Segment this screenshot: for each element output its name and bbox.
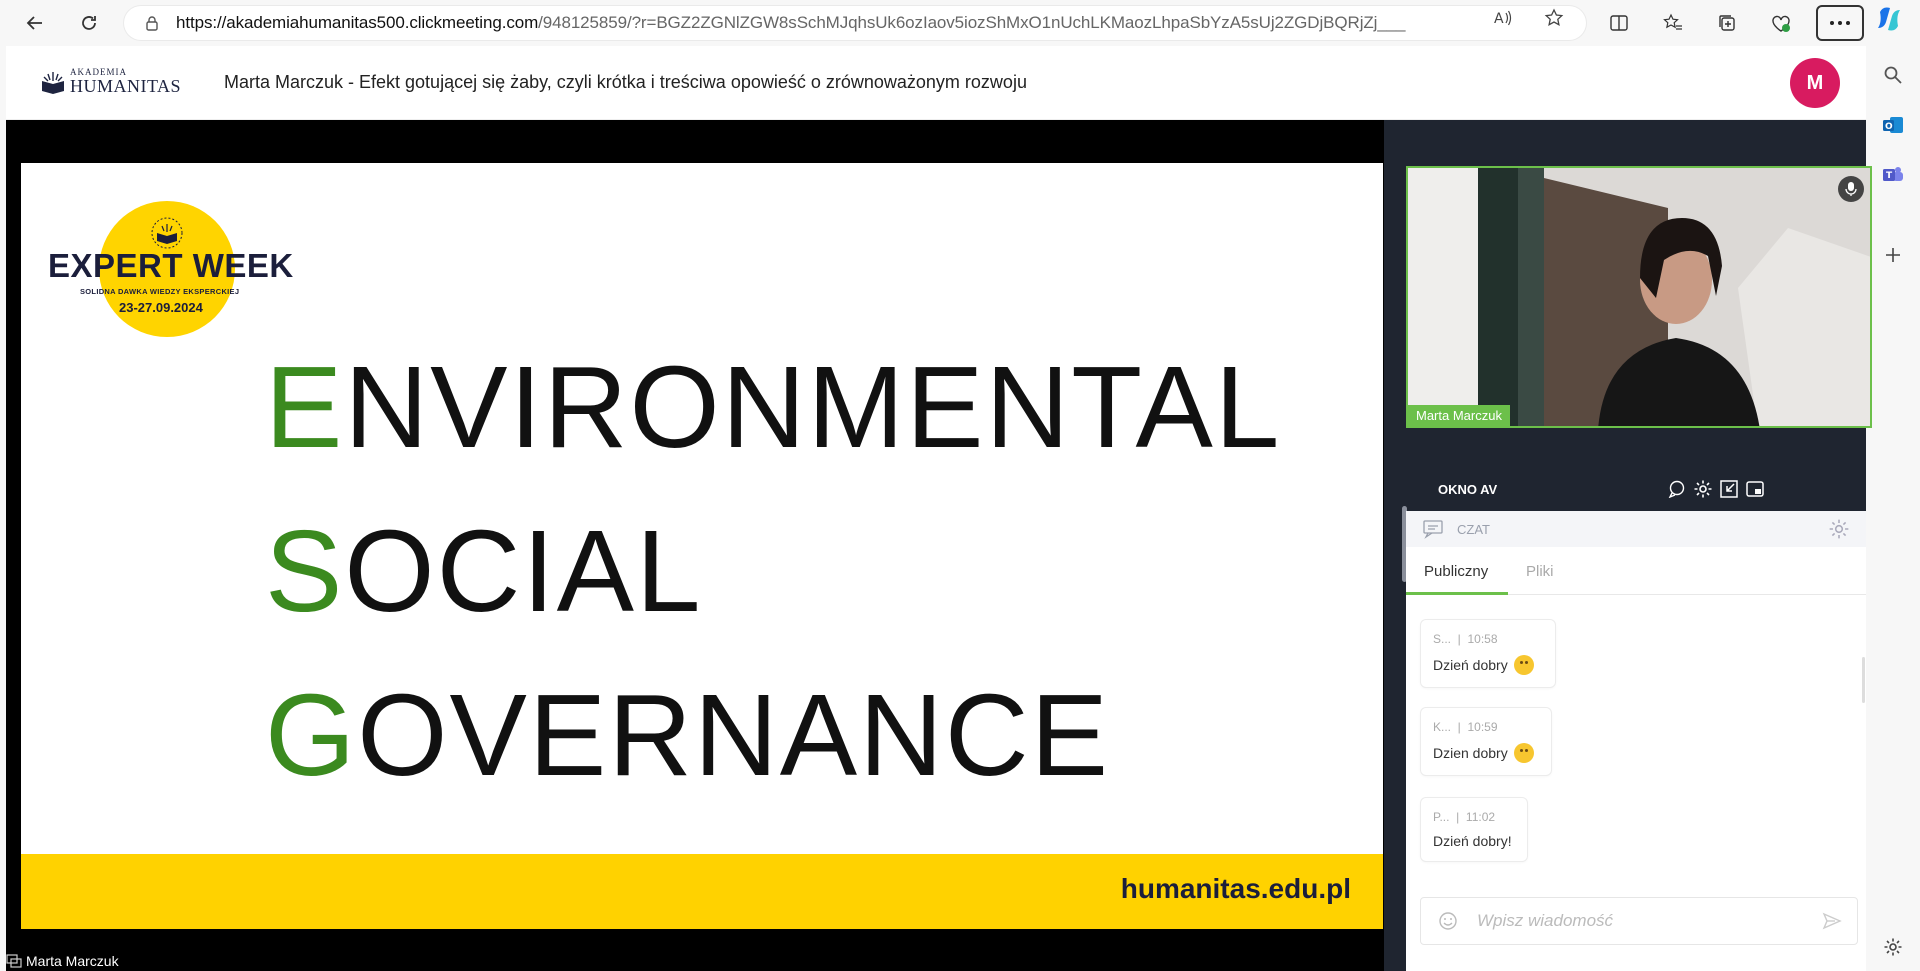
chat-tabs: Publiczny Pliki xyxy=(1406,547,1866,595)
collections-icon[interactable] xyxy=(1711,7,1743,39)
teams-icon[interactable]: T xyxy=(1880,162,1906,188)
settings-more-button[interactable] xyxy=(1816,5,1864,41)
chat-message: K... | 10:59 Dzien dobry xyxy=(1420,707,1552,776)
message-author: K... xyxy=(1433,720,1452,734)
browser-toolbar: https://akademiahumanitas500.clickmeetin… xyxy=(0,0,1920,46)
reload-button[interactable] xyxy=(71,5,107,41)
av-window-label: OKNO AV xyxy=(1438,481,1498,497)
chat-message: P... | 11:02 Dzień dobry! xyxy=(1420,797,1528,862)
esg-governance: GOVERNANCE xyxy=(265,677,1110,793)
message-input[interactable]: Wpisz wiadomość xyxy=(1477,911,1613,931)
chat-scrollbar[interactable] xyxy=(1862,657,1865,703)
participant-video[interactable]: Marta Marczuk xyxy=(1406,166,1872,428)
esg-rest-environmental: NVIRONMENTAL xyxy=(344,342,1282,472)
webinar-title: Marta Marczuk - Efekt gotującej się żaby… xyxy=(224,72,1027,92)
address-bar[interactable]: https://akademiahumanitas500.clickmeetin… xyxy=(124,6,1586,40)
smiley-emoji-icon xyxy=(1513,655,1534,675)
back-button[interactable] xyxy=(17,5,53,41)
badge-dates: 23-27.09.2024 xyxy=(119,300,203,315)
add-icon[interactable] xyxy=(1880,242,1906,268)
popout-window-icon[interactable] xyxy=(1744,478,1766,500)
favorite-star-icon[interactable] xyxy=(1541,5,1567,31)
read-aloud-icon[interactable]: A xyxy=(1490,5,1516,31)
badge-book-icon xyxy=(151,217,183,249)
esg-initial-g: G xyxy=(265,670,358,800)
copilot-icon[interactable] xyxy=(1874,4,1904,34)
participant-name-tag: Marta Marczuk xyxy=(1408,405,1510,426)
message-text: Dzien dobry xyxy=(1433,745,1508,761)
webinar-page: AKADEMIA HUMANITAS Marta Marczuk - Efekt… xyxy=(6,46,1872,971)
badge-title: EXPERT WEEK xyxy=(48,247,294,284)
chat-bubble-icon[interactable] xyxy=(1666,478,1688,500)
message-compose[interactable]: Wpisz wiadomość xyxy=(1420,897,1858,945)
slide-footer-bar: humanitas.edu.pl xyxy=(21,854,1383,929)
chat-icon xyxy=(1423,520,1443,539)
esg-social: SOCIAL xyxy=(265,513,703,629)
webcam-feed xyxy=(1408,168,1870,426)
mic-button[interactable] xyxy=(1838,176,1864,202)
av-window-bar: OKNO AV xyxy=(1406,472,1866,506)
message-text: Dzień dobry! xyxy=(1433,833,1512,849)
esg-initial-s: S xyxy=(265,506,345,636)
badge-subtitle: SOLIDNA DAWKA WIEDZY EKSPERCKIEJ xyxy=(80,287,240,296)
esg-initial-e: E xyxy=(265,342,345,472)
arrow-left-icon xyxy=(26,16,42,30)
message-time: 10:58 xyxy=(1467,632,1498,646)
favorites-icon[interactable] xyxy=(1657,7,1689,39)
message-author: S... xyxy=(1433,632,1452,646)
chat-header-label: CZAT xyxy=(1457,521,1490,537)
smiley-emoji-icon xyxy=(1513,743,1534,763)
minimize-window-icon[interactable] xyxy=(1718,478,1740,500)
presenter-name: Marta Marczuk xyxy=(26,952,119,969)
esg-rest-governance: OVERNANCE xyxy=(357,670,1111,800)
edge-sidebar: O T xyxy=(1866,46,1920,971)
webinar-header: AKADEMIA HUMANITAS Marta Marczuk - Efekt… xyxy=(6,46,1866,120)
chat-header: CZAT xyxy=(1406,511,1866,547)
logo-line2: HUMANITAS xyxy=(70,76,182,96)
tab-files[interactable]: Pliki xyxy=(1526,563,1554,580)
lock-icon xyxy=(146,16,158,31)
split-screen-icon[interactable] xyxy=(1603,7,1635,39)
chat-panel: CZAT Publiczny Pliki S... | 10:58 Dzień … xyxy=(1406,511,1866,971)
av-settings-icon[interactable] xyxy=(1692,478,1714,500)
book-logo-icon xyxy=(42,71,64,94)
svg-text:O: O xyxy=(1885,122,1893,132)
esg-environmental: ENVIRONMENTAL xyxy=(265,349,1281,465)
akademia-humanitas-logo: AKADEMIA HUMANITAS xyxy=(40,68,181,95)
chat-messages: S... | 10:58 Dzień dobry K... | 10:59 Dz… xyxy=(1406,595,1866,891)
search-icon[interactable] xyxy=(1880,62,1906,88)
user-avatar[interactable]: M xyxy=(1790,58,1840,108)
screen-share-icon xyxy=(6,953,22,968)
emoji-picker-icon[interactable] xyxy=(1437,910,1459,932)
presentation-slide: EXPERT WEEK SOLIDNA DAWKA WIEDZY EKSPERC… xyxy=(21,163,1383,929)
right-panel: Marta Marczuk OKNO AV CZAT Publiczny Pli… xyxy=(1384,120,1872,971)
browser-essentials-icon[interactable] xyxy=(1765,7,1797,39)
svg-text:A: A xyxy=(1494,11,1504,27)
microphone-icon xyxy=(1845,182,1857,196)
esg-rest-social: OCIAL xyxy=(344,506,703,636)
url-text: https://akademiahumanitas500.clickmeetin… xyxy=(176,13,1406,32)
presentation-stage: EXPERT WEEK SOLIDNA DAWKA WIEDZY EKSPERC… xyxy=(6,120,1384,971)
chat-message: S... | 10:58 Dzień dobry xyxy=(1420,619,1556,688)
message-text: Dzień dobry xyxy=(1433,657,1508,673)
outlook-icon[interactable]: O xyxy=(1880,112,1906,138)
presenter-label: Marta Marczuk xyxy=(6,950,119,971)
message-author: P... xyxy=(1433,810,1450,824)
message-time: 11:02 xyxy=(1465,810,1496,824)
slide-website: humanitas.edu.pl xyxy=(1120,873,1351,904)
reload-icon xyxy=(82,16,96,30)
chat-settings-icon[interactable] xyxy=(1828,518,1850,540)
sidebar-settings-icon[interactable] xyxy=(1880,934,1906,960)
svg-text:T: T xyxy=(1886,171,1893,181)
tab-public[interactable]: Publiczny xyxy=(1424,563,1488,580)
message-time: 10:59 xyxy=(1467,720,1498,734)
send-icon[interactable] xyxy=(1821,910,1843,932)
more-dots-icon xyxy=(1830,21,1850,25)
